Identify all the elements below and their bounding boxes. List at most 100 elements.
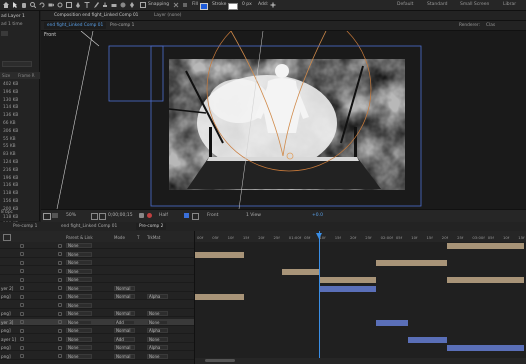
bit-depth[interactable]: 8 bpc <box>1 210 13 215</box>
track-matte-select[interactable]: None <box>147 353 168 359</box>
visibility-toggle[interactable] <box>20 311 24 316</box>
parent-select[interactable]: None <box>66 277 92 282</box>
col-parent-link[interactable]: Parent & Link <box>66 235 93 240</box>
mask-icon[interactable] <box>99 213 106 220</box>
parent-pickwhip-icon[interactable] <box>58 337 62 341</box>
parent-select[interactable]: None <box>66 251 92 257</box>
parent-select[interactable]: None <box>66 243 92 248</box>
blend-mode-select[interactable]: Normal <box>114 285 135 291</box>
stroke-width-value[interactable]: 0 px <box>242 2 252 7</box>
region-icon[interactable] <box>52 213 58 218</box>
show-channel-icon[interactable] <box>147 213 152 218</box>
layer-duration-bar[interactable] <box>195 251 244 258</box>
project-item-size[interactable]: 216 KB <box>0 167 40 175</box>
pan-behind-tool-icon[interactable] <box>57 2 63 8</box>
parent-pickwhip-icon[interactable] <box>58 260 62 265</box>
layer-duration-bar[interactable] <box>195 294 244 300</box>
project-item-size[interactable]: 156 KB <box>0 198 40 206</box>
layer-duration-bar[interactable] <box>375 319 408 326</box>
playhead[interactable] <box>319 231 320 364</box>
parent-pickwhip-icon[interactable] <box>58 311 62 316</box>
grid-icon[interactable] <box>91 213 98 220</box>
layer-row[interactable]: png] None Normal Alpha <box>0 327 194 335</box>
workspace-small-screen[interactable]: Small Screen <box>460 2 489 7</box>
timeline-track-area[interactable]: 00f 05f 10f 15f 20f 25f 01:00f 05f 10f 15f 20f 25f 0… <box>195 231 526 364</box>
visibility-toggle[interactable] <box>20 286 24 290</box>
project-item-size[interactable]: 196 KB <box>0 89 40 97</box>
parent-pickwhip-icon[interactable] <box>58 269 62 273</box>
layer-row[interactable]: None <box>0 276 194 284</box>
type-tool-icon[interactable] <box>84 2 90 8</box>
roto-brush-icon[interactable] <box>120 2 126 8</box>
resolution-select[interactable]: Half <box>159 213 168 218</box>
tl-tab-pre-comp-2[interactable]: Pre-comp 2 <box>136 223 167 230</box>
timecode[interactable]: 0;00;00;15 <box>108 213 133 218</box>
pen-tool-icon[interactable] <box>75 2 81 8</box>
roi-icon[interactable] <box>184 213 189 218</box>
visibility-toggle[interactable] <box>20 252 24 256</box>
visibility-toggle[interactable] <box>20 354 24 358</box>
parent-select[interactable]: None <box>66 353 92 359</box>
col-trkmat[interactable]: TrkMat <box>147 235 160 240</box>
parent-pickwhip-icon[interactable] <box>58 354 62 358</box>
exposure-value[interactable]: +0.0 <box>312 213 323 218</box>
layer-row[interactable]: None <box>0 268 194 275</box>
rotate-tool-icon[interactable] <box>39 2 45 8</box>
project-item-size[interactable]: 116 KB <box>0 182 40 190</box>
layer-duration-bar[interactable] <box>447 277 524 283</box>
blend-mode-select[interactable]: Add <box>114 336 135 342</box>
parent-pickwhip-icon[interactable] <box>58 303 62 307</box>
project-item-size[interactable]: 306 KB <box>0 128 40 136</box>
parent-select[interactable]: None <box>66 345 92 350</box>
tab-layer[interactable]: Layer (none) <box>151 12 184 19</box>
view-layout-select[interactable]: 1 View <box>246 213 261 218</box>
project-item-size[interactable]: 83 KB <box>0 151 40 159</box>
parent-select[interactable]: None <box>66 319 92 325</box>
project-item-size[interactable]: 402 KB <box>0 81 40 89</box>
layer-duration-bar[interactable] <box>318 285 376 292</box>
track-matte-select[interactable]: None <box>147 336 168 342</box>
layer-duration-bar[interactable] <box>407 336 448 343</box>
col-size[interactable]: Size <box>2 73 10 78</box>
layer-row[interactable]: yer 3] None Add None <box>0 318 194 326</box>
eraser-tool-icon[interactable] <box>111 2 117 8</box>
selection-tool-icon[interactable] <box>12 2 18 8</box>
visibility-toggle[interactable] <box>20 303 24 307</box>
zoom-slider[interactable] <box>205 359 235 362</box>
layer-row[interactable]: png] None Normal None <box>0 353 194 360</box>
layer-row[interactable]: None <box>0 259 194 267</box>
tab-pre-comp-1[interactable]: Pre-comp 1 <box>107 22 137 29</box>
parent-select[interactable]: None <box>66 268 92 274</box>
add-icon[interactable] <box>270 2 276 8</box>
visibility-toggle[interactable] <box>20 269 24 273</box>
parent-pickwhip-icon[interactable] <box>58 320 62 324</box>
brush-tool-icon[interactable] <box>93 2 99 8</box>
project-item-size[interactable]: 118 KB <box>0 190 40 198</box>
blend-mode-select[interactable]: Normal <box>114 353 135 359</box>
project-item-size[interactable]: 55 KB <box>0 143 40 151</box>
col-frame-rate[interactable]: Frame R <box>18 72 35 79</box>
zoom-select[interactable]: 50% <box>66 213 76 218</box>
workspace-default[interactable]: Default <box>397 2 413 7</box>
visibility-toggle[interactable] <box>20 345 24 350</box>
blend-mode-select[interactable]: Normal <box>114 311 135 316</box>
comp-viewer[interactable]: Front <box>41 31 526 209</box>
zoom-tool-icon[interactable] <box>30 2 36 8</box>
transparency-grid-icon[interactable] <box>192 213 199 220</box>
workspace-standard[interactable]: Standard <box>427 2 447 7</box>
fill-swatch[interactable] <box>200 3 208 10</box>
blend-mode-select[interactable]: Normal <box>114 294 135 299</box>
rectangle-tool-icon[interactable] <box>66 2 72 8</box>
layer-row[interactable]: None <box>0 242 194 250</box>
camera-tool-icon[interactable] <box>48 2 54 8</box>
visibility-toggle[interactable] <box>20 328 24 333</box>
renderer-value[interactable]: Clas <box>483 22 498 29</box>
blend-mode-select[interactable]: Add <box>114 319 135 325</box>
parent-pickwhip-icon[interactable] <box>58 345 62 350</box>
parent-select[interactable]: None <box>66 260 92 265</box>
layer-duration-bar[interactable] <box>282 268 319 275</box>
layer-duration-bar[interactable] <box>447 345 524 351</box>
layer-duration-bar[interactable] <box>447 243 524 249</box>
layer-row[interactable]: yer 2] None Normal <box>0 285 194 292</box>
snapping-checkbox[interactable] <box>140 2 146 8</box>
